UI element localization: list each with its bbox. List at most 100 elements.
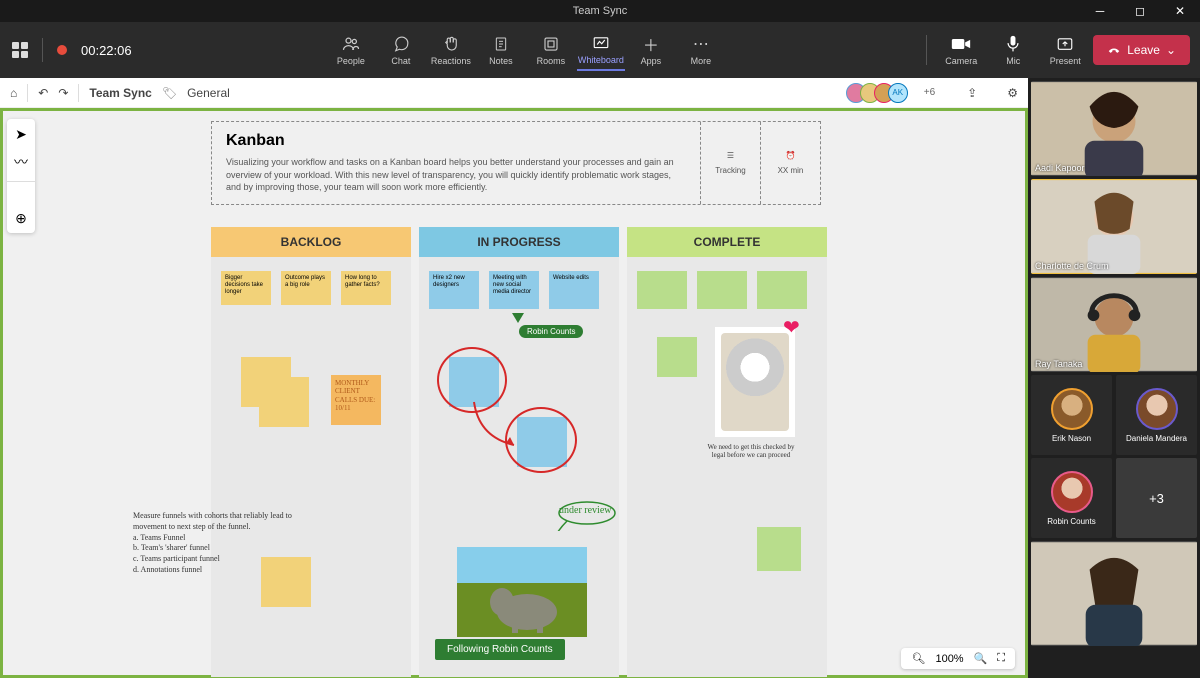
video-tile[interactable]: Ray Tanaka <box>1031 277 1197 372</box>
zoom-level: 100% <box>935 653 963 665</box>
column-complete: COMPLETE ❤ We need to get this checked b… <box>627 227 827 677</box>
zoom-out-button[interactable]: 🔍︎ <box>911 652 925 665</box>
sticky-note[interactable]: Hire x2 new designers <box>429 271 479 309</box>
sticky-note[interactable] <box>259 377 309 427</box>
notes-button[interactable]: Notes <box>477 29 525 71</box>
sticky-note[interactable] <box>757 271 807 309</box>
avatar-overflow[interactable]: +6 <box>924 87 935 98</box>
reactions-button[interactable]: Reactions <box>427 29 475 71</box>
tag-icon: 🏷 <box>162 86 177 100</box>
settings-icon[interactable]: ⚙ <box>1007 86 1018 100</box>
participant-name: Robin Counts <box>1047 517 1095 526</box>
phone-hangup-icon <box>1107 43 1121 57</box>
board-title: Team Sync <box>89 86 151 100</box>
home-icon[interactable]: ⌂ <box>10 86 17 100</box>
image-elephant[interactable] <box>457 547 587 637</box>
tracking-cell: ☰ Tracking <box>700 122 760 204</box>
video-tile[interactable]: Charlotte de Crum <box>1031 179 1197 274</box>
zoom-in-button[interactable]: 🔍 <box>974 652 988 665</box>
participant-name: Erik Nason <box>1052 434 1091 443</box>
column-backlog: BACKLOG Bigger decisions take longer Out… <box>211 227 411 677</box>
chat-icon <box>391 34 411 54</box>
video-tile-small[interactable]: Robin Counts <box>1031 458 1112 538</box>
participant-name: Charlotte de Crum <box>1035 261 1109 271</box>
cursor-icon <box>512 313 524 323</box>
sticky-note[interactable]: Meeting with new social media director <box>489 271 539 309</box>
sticky-note[interactable] <box>657 337 697 377</box>
mic-button[interactable]: Mic <box>989 30 1037 70</box>
share-icon[interactable]: ⇪ <box>967 86 977 100</box>
board-tag: General <box>187 86 230 100</box>
clock-icon: ⏰ <box>786 151 796 160</box>
video-tile[interactable]: Aadi Kapoor <box>1031 81 1197 176</box>
time-cell: ⏰ XX min <box>760 122 820 204</box>
present-button[interactable]: Present <box>1041 30 1089 70</box>
window-controls: ─ ◻ ✕ <box>1080 0 1200 22</box>
avatar: AK <box>888 83 908 103</box>
whiteboard-canvas[interactable]: ➤ 〰 ⊕ Kanban Visualizing your workflow a… <box>0 108 1028 678</box>
column-header: IN PROGRESS <box>419 227 619 257</box>
sticky-note[interactable]: How long to gather facts? <box>341 271 391 305</box>
undo-button[interactable]: ↶ <box>38 86 48 100</box>
whiteboard-button[interactable]: Whiteboard <box>577 29 625 71</box>
tool-palette: ➤ 〰 ⊕ <box>7 119 35 233</box>
present-icon <box>1055 34 1075 54</box>
meeting-toolbar: 00:22:06 People Chat Reactions Notes Roo… <box>0 22 1200 78</box>
recording-indicator-icon <box>57 45 67 55</box>
add-tool[interactable]: ⊕ <box>12 209 30 227</box>
kanban-description: Visualizing your workflow and tasks on a… <box>226 156 686 194</box>
rooms-button[interactable]: Rooms <box>527 29 575 71</box>
sticky-note[interactable] <box>637 271 687 309</box>
meeting-timer: 00:22:06 <box>81 43 132 58</box>
pen-tool[interactable]: 〰 <box>12 153 30 171</box>
chat-button[interactable]: Chat <box>377 29 425 71</box>
leave-button[interactable]: Leave ⌄ <box>1093 35 1190 65</box>
close-button[interactable]: ✕ <box>1160 0 1200 22</box>
avatar <box>1051 388 1093 430</box>
zoom-controls: 🔍︎ 100% 🔍 ⛶ <box>901 648 1015 669</box>
people-button[interactable]: People <box>327 29 375 71</box>
video-tile-small[interactable]: Daniela Mandera <box>1116 375 1197 455</box>
overflow-participants[interactable]: +3 <box>1116 458 1197 538</box>
sticky-note[interactable]: Website edits <box>549 271 599 309</box>
minimize-button[interactable]: ─ <box>1080 0 1120 22</box>
plus-icon: ＋ <box>641 34 661 54</box>
kanban-header-box: Kanban Visualizing your workflow and tas… <box>211 121 821 205</box>
column-header: COMPLETE <box>627 227 827 257</box>
select-tool[interactable]: ➤ <box>12 125 30 143</box>
sticky-note[interactable] <box>757 527 801 571</box>
avatar <box>1051 471 1093 513</box>
chevron-down-icon: ⌄ <box>1166 43 1176 57</box>
camera-button[interactable]: Camera <box>937 30 985 70</box>
column-inprogress: IN PROGRESS Hire x2 new designers Meetin… <box>419 227 619 677</box>
reactions-icon <box>441 34 461 54</box>
people-icon <box>341 34 361 54</box>
video-tile-small[interactable]: Erik Nason <box>1031 375 1112 455</box>
sticky-note[interactable]: Outcome plays a big role <box>281 271 331 305</box>
window-title: Team Sync <box>573 5 627 17</box>
more-button[interactable]: ⋯More <box>677 29 725 71</box>
rooms-icon <box>541 34 561 54</box>
participant-name: Daniela Mandera <box>1126 434 1187 443</box>
notes-icon <box>491 34 511 54</box>
column-header: BACKLOG <box>211 227 411 257</box>
following-user-bar[interactable]: Following Robin Counts <box>435 639 565 660</box>
toolbar-center: People Chat Reactions Notes Rooms Whiteb… <box>327 29 725 71</box>
view-grid-icon[interactable] <box>12 42 28 58</box>
cursor-user-badge: Robin Counts <box>519 325 583 338</box>
participant-avatars[interactable]: AK <box>852 83 908 103</box>
sticky-note[interactable]: MONTHLY CLIENT CALLS DUE: 10/11 <box>331 375 381 425</box>
sticky-note[interactable] <box>697 271 747 309</box>
whiteboard-icon <box>591 33 611 53</box>
participant-name: Ray Tanaka <box>1035 359 1082 369</box>
tracking-icon: ☰ <box>727 151 734 160</box>
redo-button[interactable]: ↷ <box>58 86 68 100</box>
titlebar: Team Sync ─ ◻ ✕ <box>0 0 1200 22</box>
video-tile[interactable] <box>1031 541 1197 646</box>
maximize-button[interactable]: ◻ <box>1120 0 1160 22</box>
image-dog[interactable] <box>715 327 795 437</box>
fit-screen-button[interactable]: ⛶ <box>997 652 1005 665</box>
sticky-note[interactable]: Bigger decisions take longer <box>221 271 271 305</box>
handwritten-note: Measure funnels with cohorts that reliab… <box>133 511 303 576</box>
apps-button[interactable]: ＋Apps <box>627 29 675 71</box>
